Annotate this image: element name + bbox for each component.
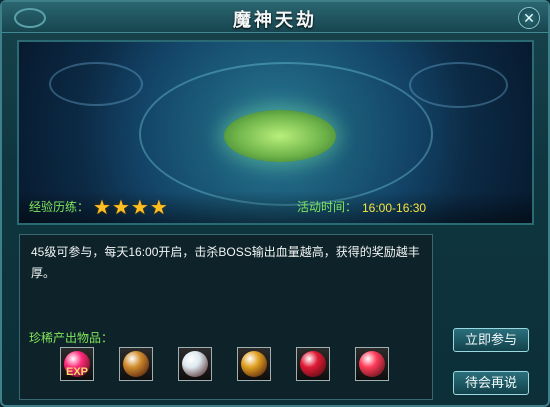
reward-slot-helmet[interactable]	[178, 347, 212, 381]
time-value: 16:00-16:30	[362, 201, 427, 215]
star-icon: ★	[111, 197, 130, 219]
close-button[interactable]: ✕	[518, 7, 540, 29]
rewards-label: 珍稀产出物品：	[29, 331, 114, 345]
description-text: 45级可参与，每天16:00开启，击杀BOSS输出血量越高，获得的奖励越丰厚。	[31, 245, 420, 280]
exp-label: 经验历练：	[29, 200, 90, 214]
reward-slot-red-crystal[interactable]	[355, 347, 389, 381]
ring-icon	[241, 351, 267, 377]
event-window: 魔神天劫 ✕ 经验历练： ★★★★ 活动时间： 16:00-16:30 45级可…	[0, 0, 550, 407]
time-label: 活动时间：	[297, 200, 358, 214]
reward-slot-ring[interactable]	[237, 347, 271, 381]
scene-cloud	[49, 62, 143, 106]
reward-slot-exp-orb[interactable]: EXP	[60, 347, 94, 381]
titlebar: 魔神天劫 ✕	[2, 2, 548, 33]
join-now-button[interactable]: 立即参与	[453, 328, 529, 352]
star-icon: ★	[149, 197, 168, 219]
reward-slot-ruby[interactable]	[296, 347, 330, 381]
window-title: 魔神天劫	[233, 10, 317, 30]
gem-orb-icon	[123, 351, 149, 377]
event-scene: 经验历练： ★★★★ 活动时间： 16:00-16:30	[17, 40, 534, 225]
description-panel: 45级可参与，每天16:00开启，击杀BOSS输出血量越高，获得的奖励越丰厚。 …	[19, 234, 433, 400]
helmet-icon	[182, 351, 208, 377]
lotus-platform	[224, 110, 336, 162]
star-icon: ★	[130, 197, 149, 219]
ruby-icon	[300, 351, 326, 377]
later-button[interactable]: 待会再说	[453, 371, 529, 395]
difficulty-stars: ★★★★	[93, 195, 169, 220]
red-crystal-icon	[359, 351, 385, 377]
scene-cloud	[409, 62, 508, 108]
reward-text: EXP	[65, 366, 88, 378]
reward-slot-gem-orb[interactable]	[119, 347, 153, 381]
star-icon: ★	[93, 197, 111, 219]
